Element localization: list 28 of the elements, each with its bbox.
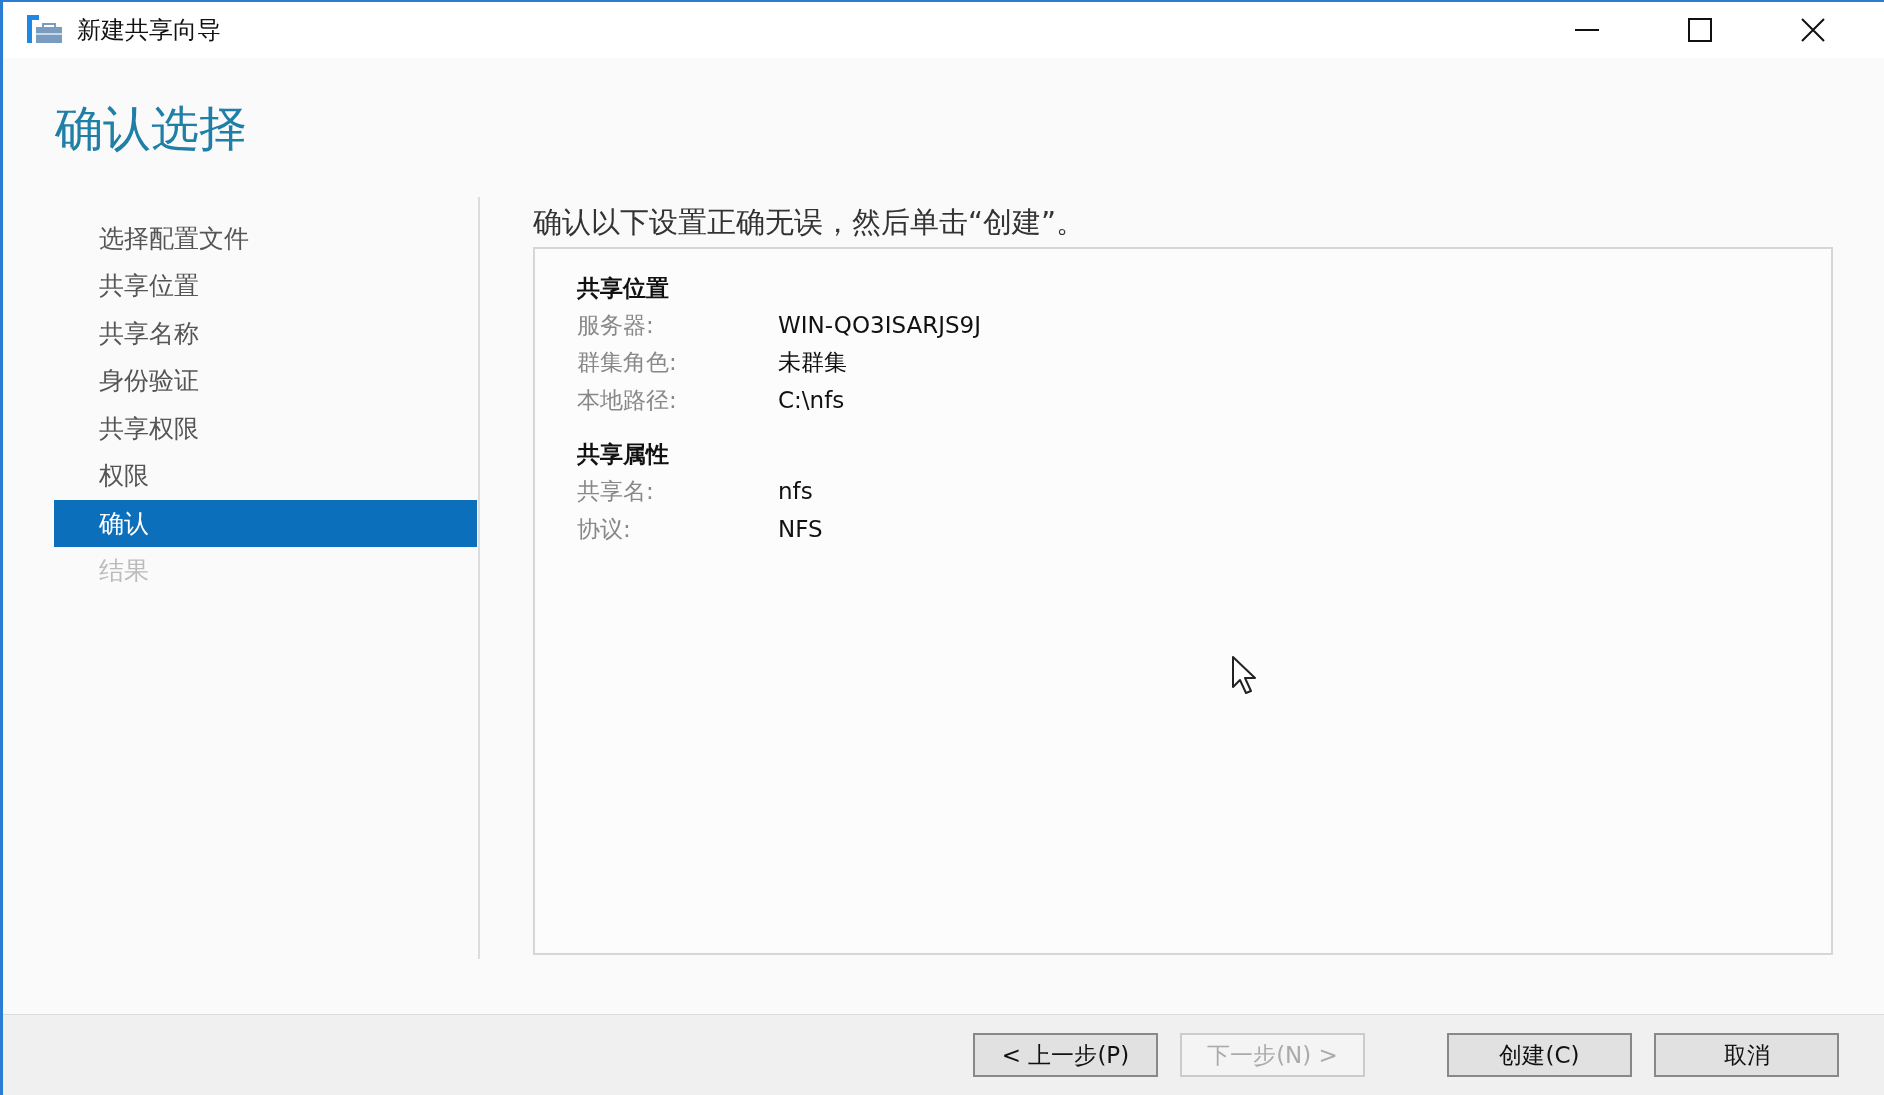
step-item[interactable]: 共享权限 xyxy=(54,404,477,453)
wizard-button[interactable]: 取消 xyxy=(1654,1033,1839,1077)
step-item[interactable]: 确认 xyxy=(54,499,477,548)
instruction-text: 确认以下设置正确无误，然后单击“创建”。 xyxy=(533,203,1087,241)
maximize-icon[interactable] xyxy=(1687,17,1713,43)
step-item[interactable]: 身份验证 xyxy=(54,357,477,405)
close-icon[interactable] xyxy=(1800,17,1826,43)
wizard-button[interactable]: 创建(C) xyxy=(1447,1033,1632,1077)
window-title: 新建共享向导 xyxy=(77,15,221,46)
group-heading: 共享位置 xyxy=(577,273,670,303)
step-item[interactable]: 选择配置文件 xyxy=(54,214,477,263)
field-value: WIN-QO3ISARJS9J xyxy=(778,310,982,340)
field-label: 协议: xyxy=(577,514,632,544)
field-value: C:\nfs xyxy=(778,385,845,415)
wizard-button[interactable]: < 上一步(P) xyxy=(973,1033,1158,1077)
step-item[interactable]: 共享位置 xyxy=(54,262,477,310)
field-label: 群集角色: xyxy=(577,348,678,378)
field-label: 本地路径: xyxy=(577,385,678,415)
page-heading: 确认选择 xyxy=(54,99,248,155)
field-value: NFS xyxy=(778,514,823,544)
step-item[interactable]: 共享名称 xyxy=(54,309,477,358)
field-value: nfs xyxy=(778,477,813,507)
wizard-icon xyxy=(27,15,63,45)
field-value: 未群集 xyxy=(778,348,847,378)
step-item[interactable]: 权限 xyxy=(54,452,477,500)
field-label: 共享名: xyxy=(577,477,655,507)
group-heading: 共享属性 xyxy=(577,440,670,470)
field-label: 服务器: xyxy=(577,310,655,340)
